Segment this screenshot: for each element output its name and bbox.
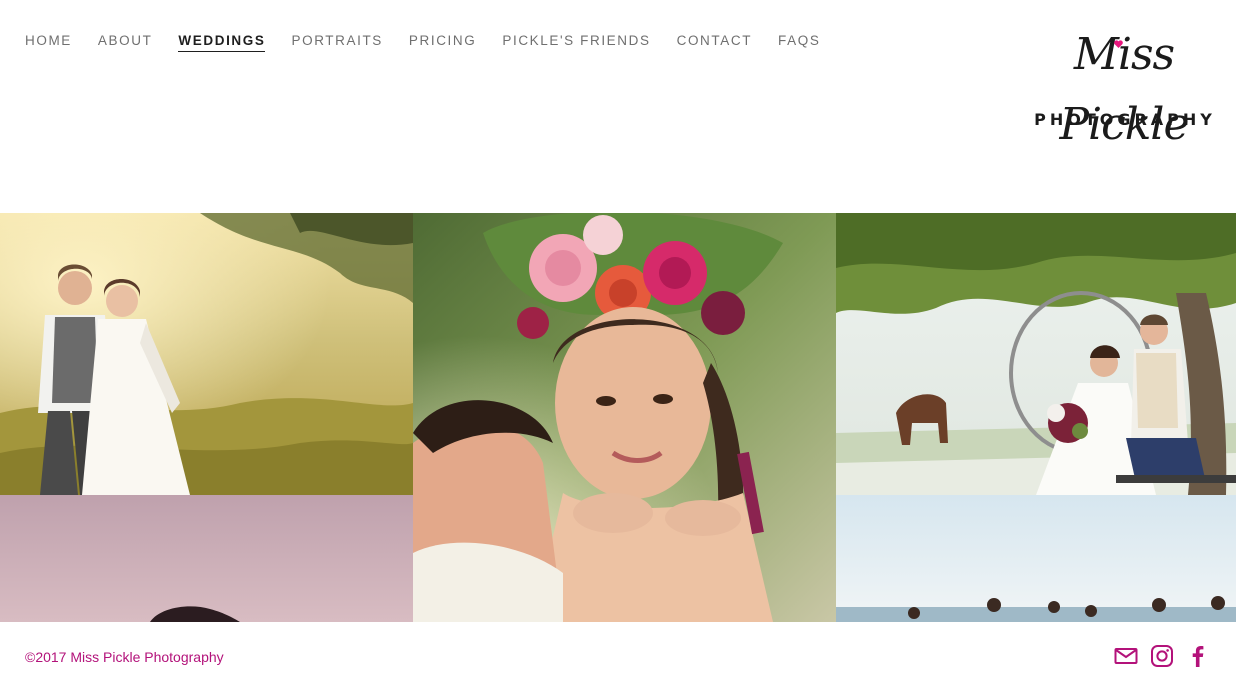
gallery-photo-couple-tree[interactable] [836, 213, 1236, 495]
facebook-link[interactable] [1186, 644, 1210, 668]
nav-home[interactable]: HOME [25, 33, 72, 52]
logo-script-text: Miss Pickle [1059, 29, 1189, 150]
gallery-photo-couple-field[interactable] [0, 213, 413, 495]
mail-link[interactable] [1114, 644, 1138, 668]
nav-portraits[interactable]: PORTRAITS [291, 33, 382, 52]
gallery-photo-sunset[interactable] [0, 495, 413, 622]
site-footer: ©2017 Miss Pickle Photography [0, 622, 1236, 683]
instagram-icon [1151, 645, 1173, 667]
main-nav: HOME ABOUT WEDDINGS PORTRAITS PRICING PI… [25, 33, 846, 52]
nav-faqs[interactable]: FAQS [778, 33, 820, 52]
copyright-text: ©2017 Miss Pickle Photography [25, 649, 224, 665]
instagram-link[interactable] [1150, 644, 1174, 668]
facebook-icon [1192, 646, 1204, 667]
logo-subtitle: PHOTOGRAPHY [1034, 110, 1216, 129]
nav-pickles-friends[interactable]: PICKLE'S FRIENDS [502, 33, 650, 52]
nav-pricing[interactable]: PRICING [409, 33, 476, 52]
wedding-gallery [0, 213, 1236, 622]
site-logo[interactable]: Miss Pickle PHOTOGRAPHY [1030, 20, 1220, 150]
gallery-photo-flower-crown[interactable] [413, 213, 836, 622]
nav-contact[interactable]: CONTACT [677, 33, 752, 52]
social-links [1114, 644, 1210, 668]
gallery-photo-beach-party[interactable] [836, 495, 1236, 622]
nav-about[interactable]: ABOUT [98, 33, 153, 52]
heart-icon [1114, 40, 1123, 48]
mail-icon [1114, 648, 1138, 664]
nav-weddings[interactable]: WEDDINGS [178, 33, 266, 52]
